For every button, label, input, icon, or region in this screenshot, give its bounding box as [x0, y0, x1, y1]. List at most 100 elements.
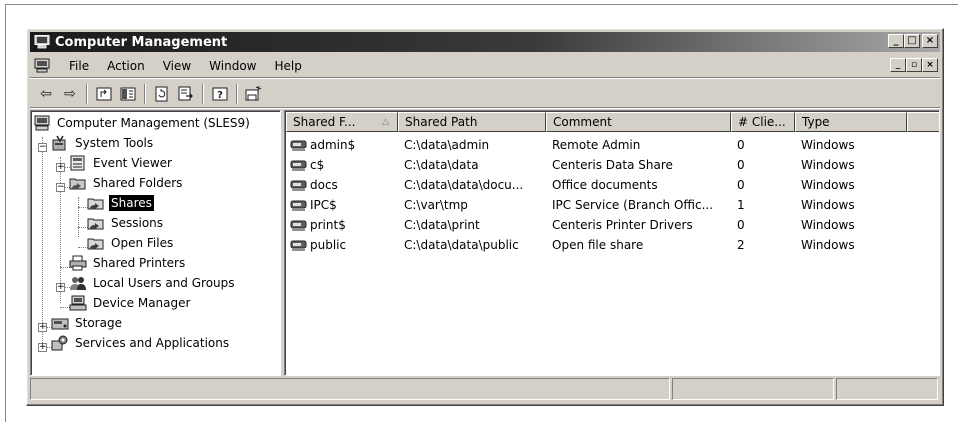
- tree-guide-line: [78, 197, 79, 237]
- menu-help[interactable]: Help: [266, 57, 311, 75]
- menu-bar: File Action View Window Help _ ▫ ×: [30, 54, 940, 78]
- share-path: C:\data\data\public: [404, 238, 519, 252]
- computer-management-window: Computer Management _ □ × File Action Vi…: [26, 28, 944, 406]
- new-share-icon[interactable]: [242, 83, 266, 105]
- list-item[interactable]: admin$ C:\data\admin Remote Admin 0 Wind…: [286, 135, 907, 155]
- tree-item-label: Local Users and Groups: [93, 276, 235, 290]
- tree-item-open-files[interactable]: Open Files: [87, 233, 175, 253]
- show-hide-tree-icon[interactable]: [116, 83, 140, 105]
- share-type: Windows: [801, 158, 855, 172]
- share-type: Windows: [801, 218, 855, 232]
- status-panel-main: [30, 378, 670, 400]
- share-clients: 0: [737, 158, 745, 172]
- tree-expander-shared-folders[interactable]: −: [56, 183, 65, 192]
- toolbar-separator: [86, 83, 88, 104]
- share-comment: Office documents: [552, 178, 658, 192]
- console-tree[interactable]: − + − + + + Computer Management (SLES9) …: [30, 110, 281, 376]
- tree-item-shared-folders[interactable]: Shared Folders: [69, 173, 184, 193]
- tree-item-label: Storage: [75, 316, 122, 330]
- child-restore-button[interactable]: ▫: [906, 58, 922, 72]
- menu-action[interactable]: Action: [98, 57, 154, 75]
- share-path: C:\data\data\docu...: [404, 178, 524, 192]
- tree-item-shares[interactable]: Shares: [87, 193, 154, 213]
- toolbar-separator: [202, 83, 204, 104]
- export-list-icon[interactable]: [174, 83, 198, 105]
- share-comment: Open file share: [552, 238, 644, 252]
- list-item[interactable]: public C:\data\data\public Open file sha…: [286, 235, 907, 255]
- menu-window[interactable]: Window: [200, 57, 265, 75]
- status-panel-2: [672, 378, 834, 400]
- tree-item-sessions[interactable]: Sessions: [87, 213, 165, 233]
- tree-item-local-users-groups[interactable]: Local Users and Groups: [69, 273, 237, 293]
- share-path: C:\data\print: [404, 218, 480, 232]
- services-applications-icon: [51, 335, 69, 351]
- tree-expander-services-applications[interactable]: +: [38, 343, 47, 352]
- svg-text:?: ?: [217, 90, 223, 101]
- refresh-icon[interactable]: [150, 83, 174, 105]
- minimize-button[interactable]: _: [888, 34, 904, 48]
- local-users-groups-icon: [69, 275, 87, 291]
- share-clients: 0: [737, 218, 745, 232]
- up-one-level-icon[interactable]: [92, 83, 116, 105]
- tree-item-storage[interactable]: Storage: [51, 313, 124, 333]
- share-name: admin$: [310, 138, 356, 152]
- share-comment: Centeris Data Share: [552, 158, 673, 172]
- share-name: public: [310, 238, 347, 252]
- tree-item-services-applications[interactable]: Services and Applications: [51, 333, 231, 353]
- menu-file[interactable]: File: [60, 57, 98, 75]
- event-viewer-icon: [69, 155, 87, 171]
- tree-item-label: System Tools: [75, 136, 154, 150]
- share-path: C:\var\tmp: [404, 198, 468, 212]
- storage-icon: [51, 315, 69, 331]
- title-bar[interactable]: Computer Management _ □ ×: [30, 32, 940, 52]
- sessions-icon: [87, 215, 105, 231]
- tree-item-system-tools[interactable]: System Tools: [51, 133, 155, 153]
- toolbar-separator: [144, 83, 146, 104]
- shared-folders-icon: [69, 175, 87, 191]
- list-item[interactable]: print$ C:\data\print Centeris Printer Dr…: [286, 215, 907, 235]
- child-minimize-button[interactable]: _: [890, 58, 906, 72]
- maximize-button[interactable]: □: [904, 34, 920, 48]
- column-header-shared-folder[interactable]: Shared F... △: [286, 112, 398, 132]
- sort-ascending-icon: △: [382, 117, 389, 127]
- tree-expander-system-tools[interactable]: −: [38, 143, 47, 152]
- menu-view[interactable]: View: [154, 57, 200, 75]
- shared-folder-icon: [290, 139, 308, 151]
- tree-item-label: Device Manager: [93, 296, 191, 310]
- share-comment: Remote Admin: [552, 138, 641, 152]
- tree-expander-local-users-groups[interactable]: +: [56, 283, 65, 292]
- tree-expander-storage[interactable]: +: [38, 323, 47, 332]
- close-button[interactable]: ×: [922, 34, 938, 48]
- list-item[interactable]: docs C:\data\data\docu... Office documen…: [286, 175, 907, 195]
- list-item[interactable]: c$ C:\data\data Centeris Data Share 0 Wi…: [286, 155, 907, 175]
- share-type: Windows: [801, 178, 855, 192]
- device-manager-icon: [69, 295, 87, 311]
- column-header-filler: [907, 112, 939, 132]
- back-icon[interactable]: ⇦: [34, 83, 58, 105]
- forward-icon[interactable]: ⇨: [58, 83, 82, 105]
- tree-item-event-viewer[interactable]: Event Viewer: [69, 153, 174, 173]
- shares-icon: [87, 195, 105, 211]
- share-name: docs: [310, 178, 338, 192]
- tree-expander-event-viewer[interactable]: +: [56, 163, 65, 172]
- shared-folder-icon: [290, 159, 308, 171]
- help-icon[interactable]: ?: [208, 83, 232, 105]
- column-header-comment[interactable]: Comment: [546, 112, 731, 132]
- status-bar: [30, 378, 940, 402]
- share-type: Windows: [801, 238, 855, 252]
- shared-folder-icon: [290, 239, 308, 251]
- tree-item-label: Shared Folders: [93, 176, 183, 190]
- tree-item-computer-management[interactable]: Computer Management (SLES9): [33, 113, 252, 133]
- share-clients: 1: [737, 198, 745, 212]
- mmc-console-icon[interactable]: [34, 58, 52, 74]
- share-path: C:\data\data: [404, 158, 479, 172]
- column-header-type[interactable]: Type: [795, 112, 907, 132]
- tree-item-device-manager[interactable]: Device Manager: [69, 293, 192, 313]
- toolbar-separator: [236, 83, 238, 104]
- tree-item-shared-printers[interactable]: Shared Printers: [69, 253, 187, 273]
- child-close-button[interactable]: ×: [922, 58, 938, 72]
- shares-list[interactable]: Shared F... △ Shared Path Comment # Clie…: [284, 110, 940, 376]
- column-header-shared-path[interactable]: Shared Path: [398, 112, 546, 132]
- list-item[interactable]: IPC$ C:\var\tmp IPC Service (Branch Offi…: [286, 195, 907, 215]
- column-header-client-count[interactable]: # Clie...: [731, 112, 795, 132]
